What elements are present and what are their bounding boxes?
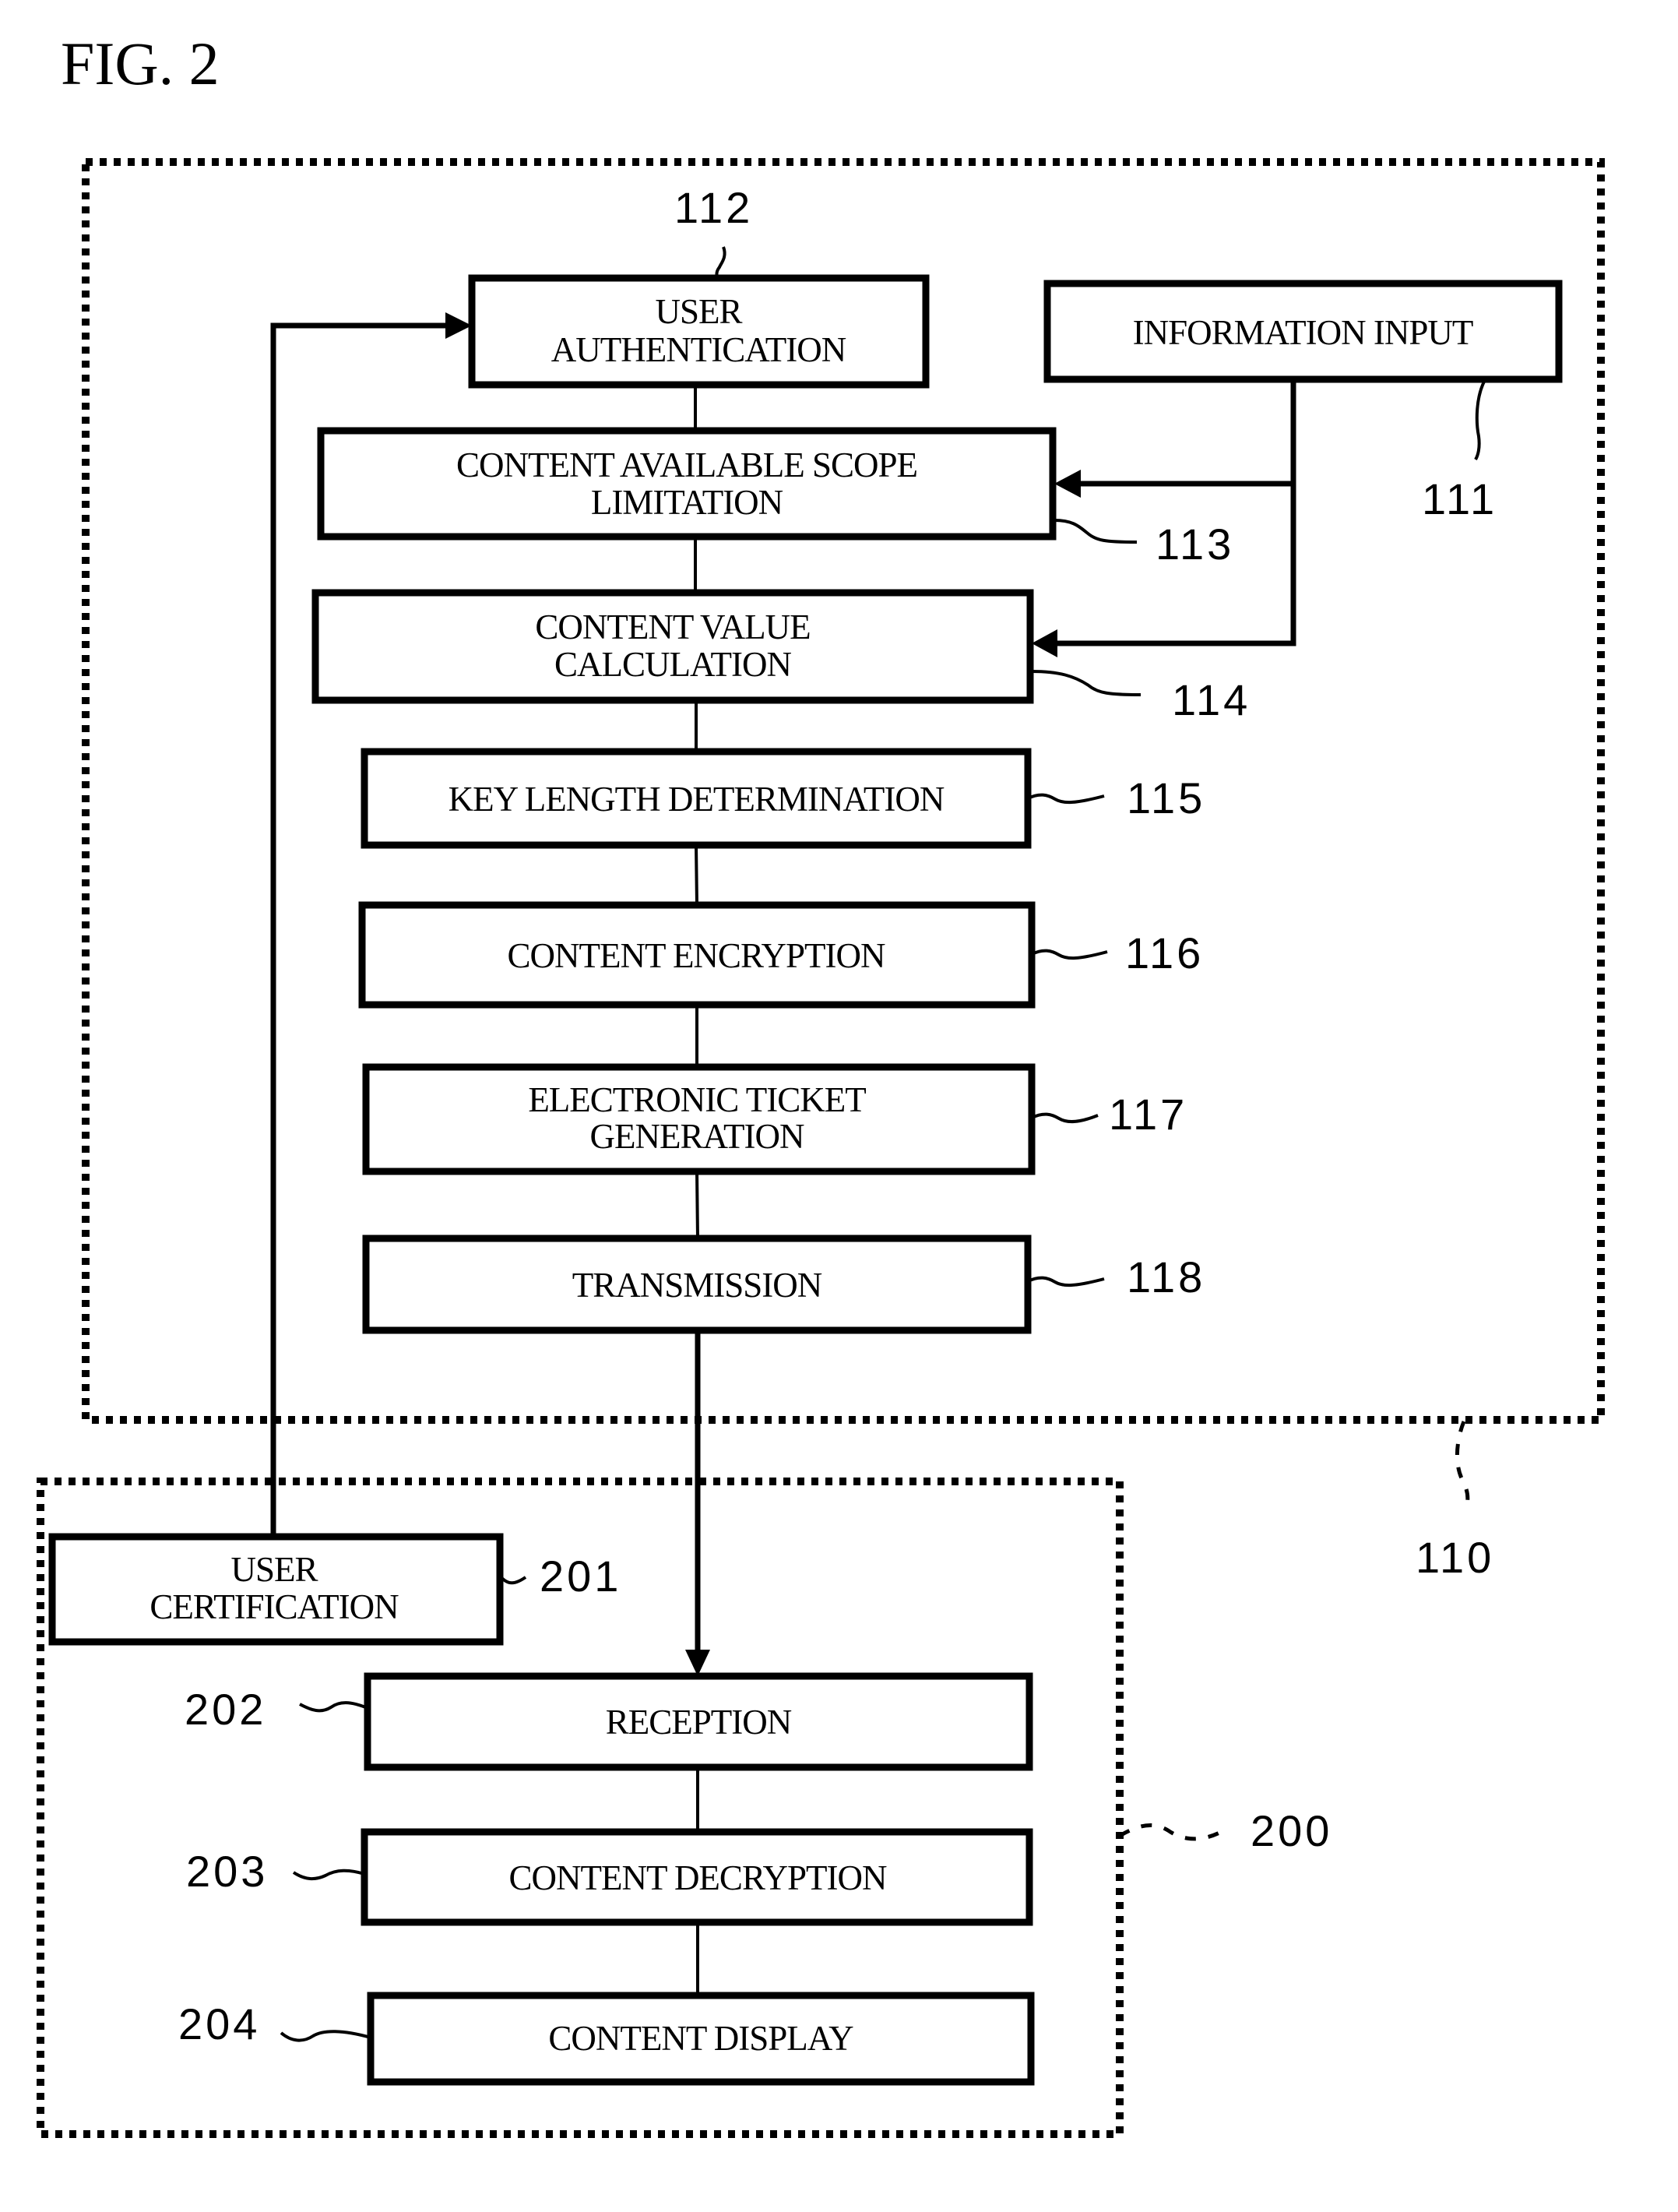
block-115-line-1: KEY LENGTH DETERMINATION	[449, 780, 945, 819]
connector-111-branch	[1056, 379, 1296, 646]
leader-112	[715, 246, 726, 279]
block-116-line-1: CONTENT ENCRYPTION	[508, 936, 885, 975]
ref-202: 202	[185, 1685, 266, 1734]
block-203-line-1: CONTENT DECRYPTION	[509, 1858, 887, 1897]
block-user-authentication-line-2: AUTHENTICATION	[551, 330, 846, 369]
block-114-line-1: CONTENT VALUE	[535, 608, 810, 646]
ref-110: 110	[1416, 1533, 1494, 1582]
block-user-certification: USER CERTIFICATION	[48, 1533, 504, 1646]
arrowhead-into-114	[1032, 629, 1057, 657]
connector-115-116	[695, 844, 698, 906]
ref-114: 114	[1172, 675, 1251, 724]
ref-204: 204	[178, 1999, 260, 2048]
ref-203: 203	[186, 1847, 268, 1896]
block-117-line-2: GENERATION	[590, 1117, 804, 1156]
diagram-canvas: FIG. 2 USER AUTHENTICATION INFORMATION I…	[37, 30, 1605, 2138]
block-113-line-1: CONTENT AVAILABLE SCOPE	[456, 446, 917, 484]
block-content-decryption: CONTENT DECRYPTION	[361, 1828, 1033, 1926]
arrowhead-into-user-authentication	[445, 312, 472, 339]
leader-114	[1031, 670, 1142, 696]
block-118-line-1: TRANSMISSION	[572, 1266, 822, 1305]
ref-200: 200	[1251, 1806, 1332, 1855]
leader-118	[1027, 1276, 1105, 1287]
block-content-value-calculation: CONTENT VALUE CALCULATION	[311, 589, 1034, 704]
arrowhead-into-reception	[685, 1650, 710, 1676]
leader-117	[1031, 1112, 1099, 1124]
block-transmission: TRANSMISSION	[362, 1235, 1032, 1334]
leader-201	[498, 1574, 527, 1585]
leader-202	[299, 1701, 368, 1713]
block-201-line-2: CERTIFICATION	[150, 1587, 399, 1626]
block-114-line-2: CALCULATION	[554, 645, 791, 684]
leader-200	[1118, 1823, 1226, 1841]
block-user-authentication-line-1: USER	[655, 292, 742, 331]
block-content-display: CONTENT DISPLAY	[367, 1992, 1035, 2086]
ref-112: 112	[674, 183, 753, 232]
leader-116	[1031, 949, 1108, 960]
leader-115	[1027, 793, 1105, 805]
block-user-authentication: USER AUTHENTICATION	[468, 274, 930, 389]
leader-203	[292, 1869, 365, 1881]
block-202-line-1: RECEPTION	[606, 1703, 792, 1742]
block-reception: RECEPTION	[364, 1672, 1033, 1771]
block-201-line-1: USER	[230, 1550, 318, 1589]
block-key-length-determination: KEY LENGTH DETERMINATION	[361, 748, 1032, 849]
leader-113	[1054, 519, 1138, 544]
ref-117: 117	[1109, 1090, 1187, 1139]
block-113-line-2: LIMITATION	[591, 483, 783, 522]
ref-115: 115	[1127, 773, 1205, 822]
ref-113: 113	[1156, 520, 1234, 569]
block-204-line-1: CONTENT DISPLAY	[548, 2019, 853, 2058]
block-information-input: INFORMATION INPUT	[1043, 280, 1563, 383]
connector-117-118	[695, 1171, 699, 1239]
ref-118: 118	[1127, 1252, 1205, 1301]
block-electronic-ticket-generation: ELECTRONIC TICKET GENERATION	[362, 1063, 1036, 1175]
ref-201: 201	[540, 1552, 621, 1601]
block-content-encryption: CONTENT ENCRYPTION	[358, 901, 1036, 1009]
ref-116: 116	[1125, 928, 1204, 977]
figure-title: FIG. 2	[61, 30, 220, 97]
leader-204	[280, 2030, 371, 2042]
block-117-line-1: ELECTRONIC TICKET	[528, 1080, 866, 1119]
block-information-input-line-1: INFORMATION INPUT	[1133, 313, 1473, 352]
arrowhead-into-113	[1054, 470, 1081, 498]
leader-111	[1474, 381, 1486, 461]
ref-111: 111	[1422, 474, 1497, 523]
block-content-available-scope-limitation: CONTENT AVAILABLE SCOPE LIMITATION	[317, 427, 1057, 541]
leader-110	[1455, 1421, 1470, 1509]
